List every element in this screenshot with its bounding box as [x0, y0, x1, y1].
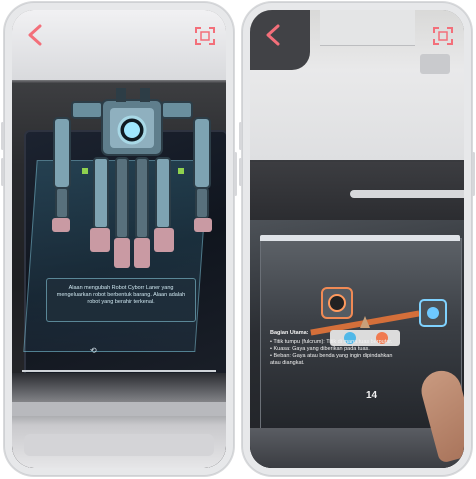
section-title: Bagian Utama: [270, 330, 309, 336]
volume-button [1, 122, 4, 150]
ar-scan-icon[interactable] [194, 26, 216, 46]
list-item: • Titik tumpu (fulcrum): Titik di mana t… [270, 339, 393, 345]
cart [420, 54, 450, 74]
book-page-text: Bagian Utama: • Titik tumpu (fulcrum): T… [270, 330, 400, 400]
page-number: 14 [366, 390, 378, 401]
right-phone: Bagian Utama: • Titik tumpu (fulcrum): T… [239, 2, 475, 476]
volume-button [239, 158, 242, 186]
list-item: • Kuasa: Gaya yang diberikan pada tuas. [270, 346, 370, 352]
refresh-icon[interactable]: ⟲ [90, 346, 97, 355]
ar-camera-view[interactable]: Bagian Utama: • Titik tumpu (fulcrum): T… [250, 10, 464, 468]
desk-edge [24, 434, 214, 456]
cabinet [320, 10, 415, 46]
list-item: • Beban: Gaya atau benda yang ingin dipi… [270, 353, 393, 366]
chevron-left-icon[interactable] [26, 24, 44, 46]
divider [22, 370, 216, 372]
ar-scan-icon[interactable] [432, 26, 454, 46]
desk-edge [12, 402, 226, 416]
tablet-header [260, 235, 460, 241]
power-button [472, 152, 475, 196]
desk-edge [350, 190, 464, 198]
volume-button [239, 122, 242, 150]
left-phone: Alaan mengubah Robot Cyborr Laner yang m… [1, 2, 237, 476]
power-button [234, 152, 237, 196]
volume-button [1, 158, 4, 186]
description-panel: Alaan mengubah Robot Cyborr Laner yang m… [46, 278, 196, 322]
robot-3d-model[interactable] [32, 80, 222, 290]
chevron-left-icon[interactable] [264, 24, 282, 46]
ar-camera-view[interactable]: Alaan mengubah Robot Cyborr Laner yang m… [12, 10, 226, 468]
